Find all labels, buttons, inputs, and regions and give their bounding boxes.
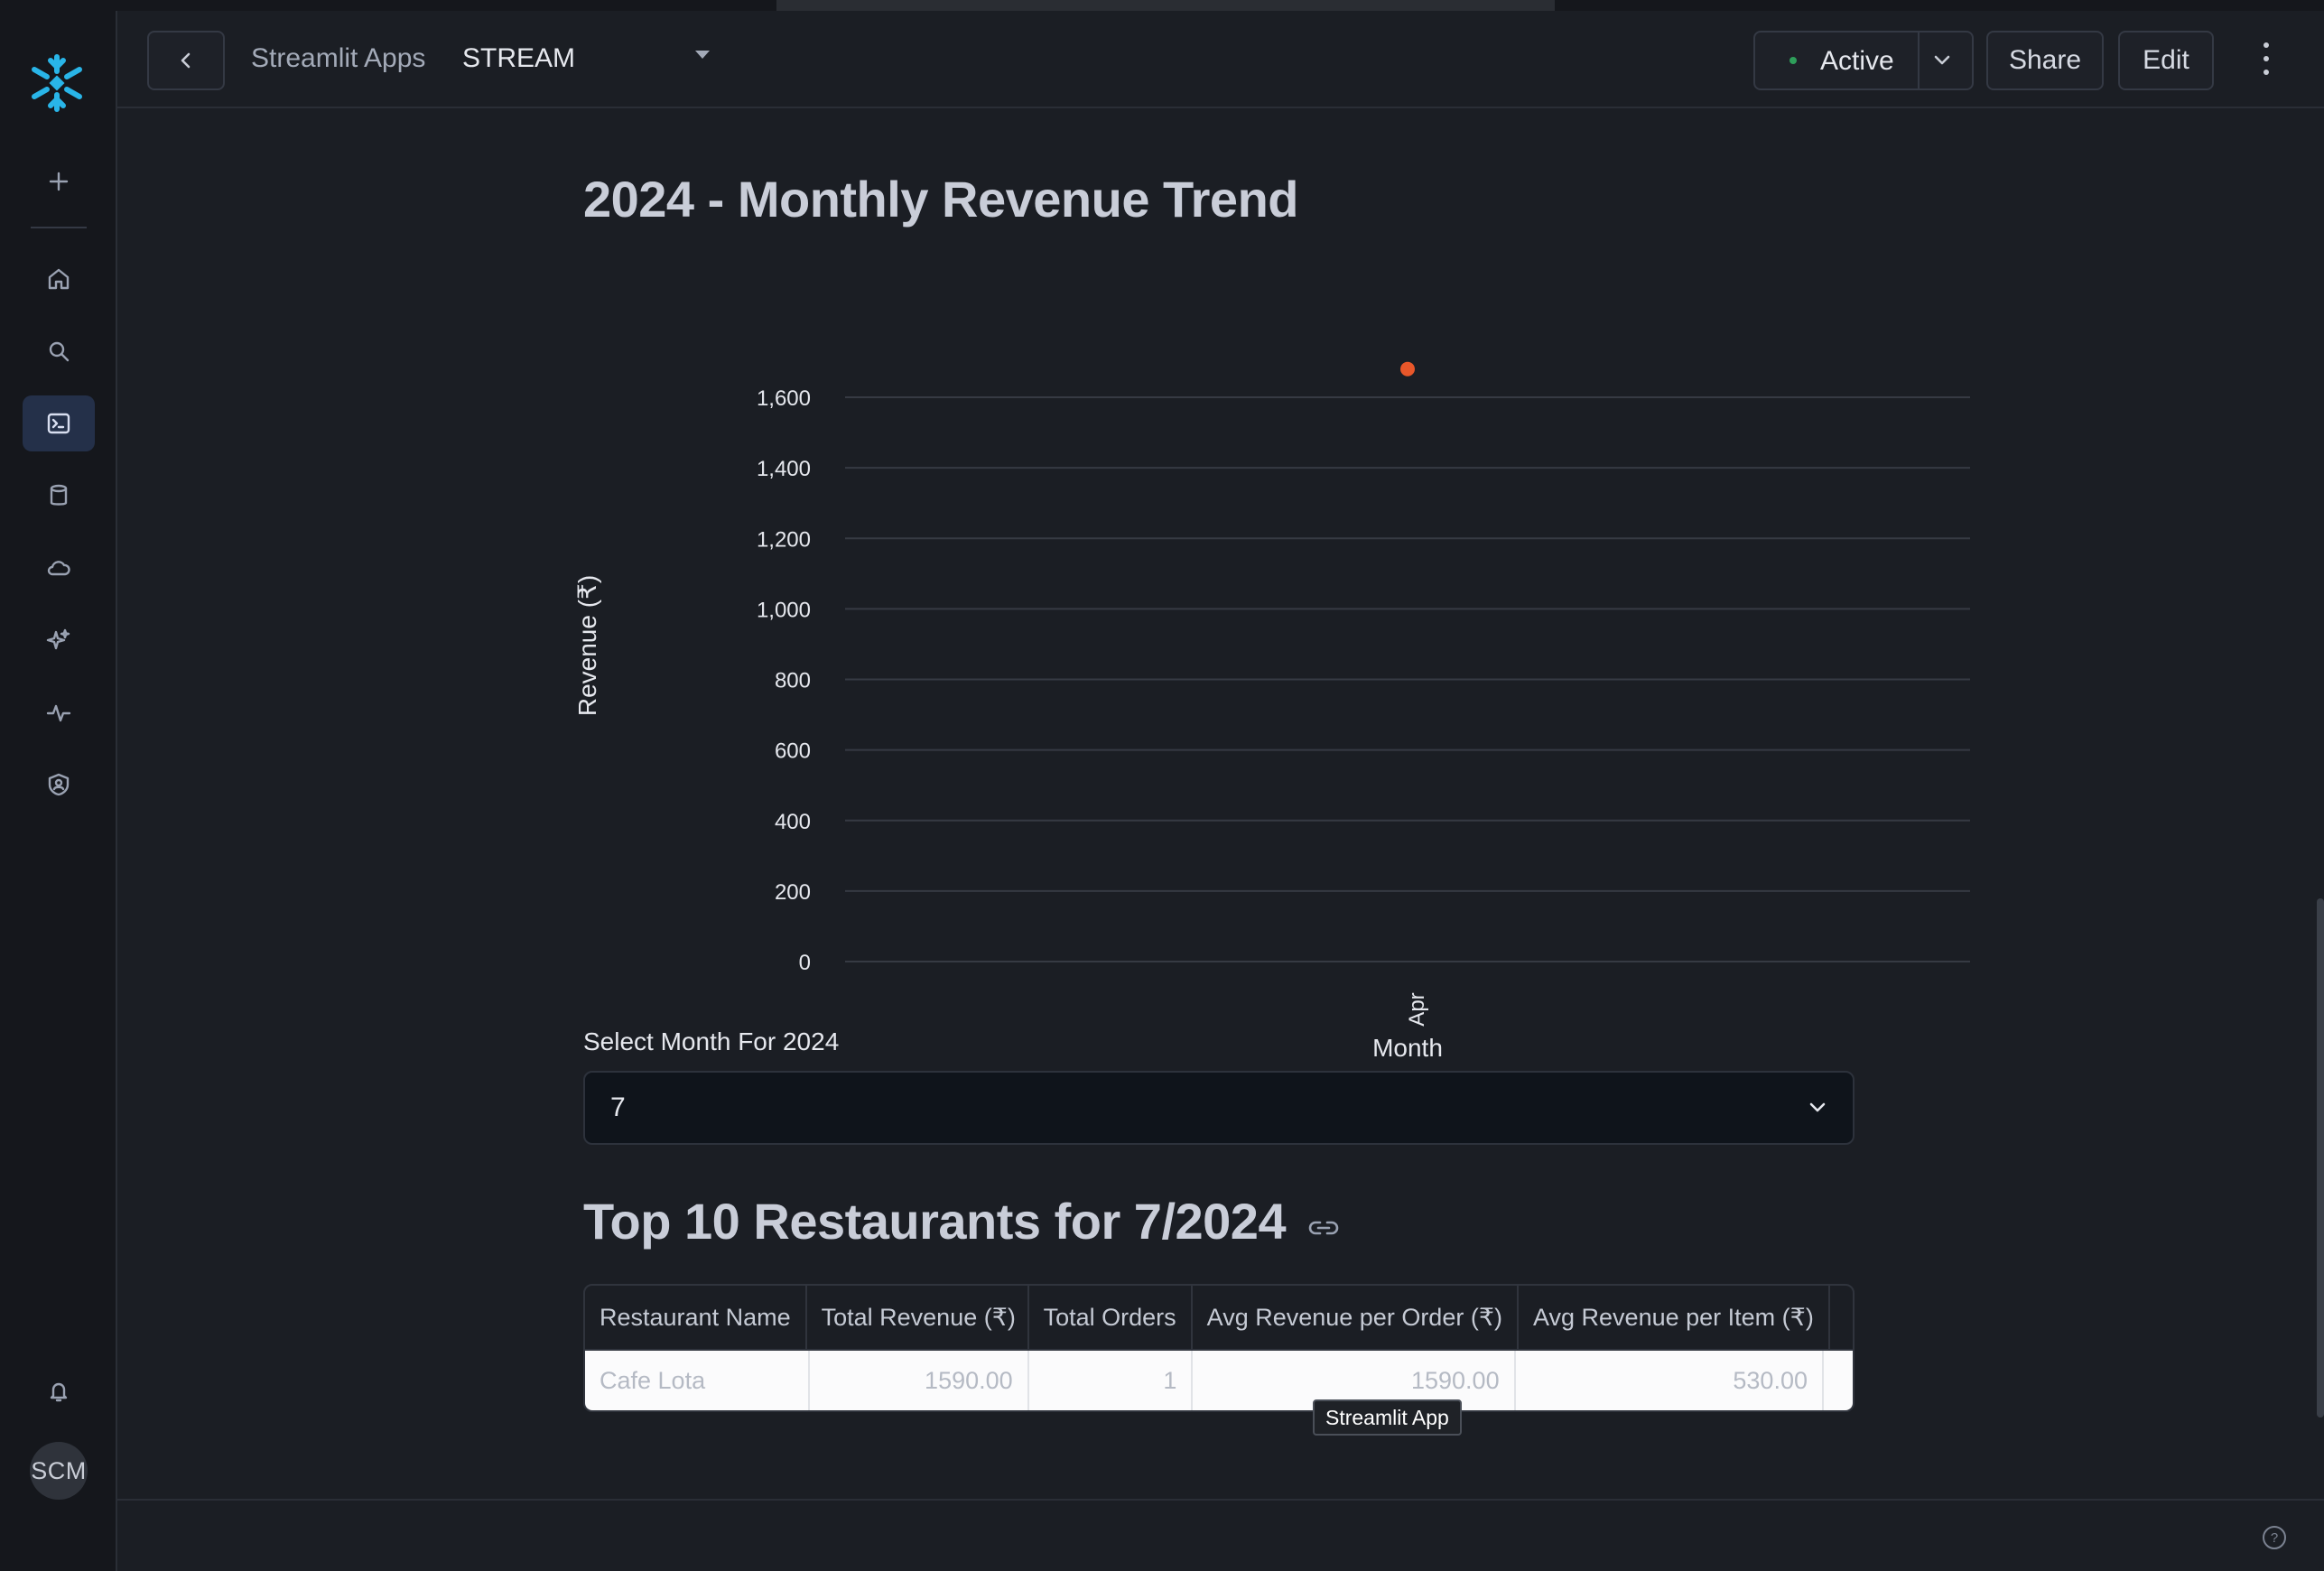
activity-icon [46,704,71,722]
nav-monitoring[interactable] [23,684,95,740]
nav-search[interactable] [23,323,95,379]
search-icon [49,341,70,362]
back-button[interactable] [147,31,225,90]
y-tick-label: 800 [775,669,811,693]
shield-icon [48,773,70,796]
breadcrumb-streamlit-apps[interactable]: Streamlit Apps [251,43,425,74]
column-header[interactable]: Total Revenue (₹) [807,1286,1029,1349]
nav-home[interactable] [23,251,95,307]
cloud-icon [47,561,70,576]
nav-admin[interactable] [23,757,95,813]
chart-title: 2024 - Monthly Revenue Trend [583,171,1298,228]
column-header[interactable]: Avg Revenue per Order (₹) [1193,1286,1519,1349]
y-tick-label: 200 [775,880,811,905]
data-point[interactable] [1400,361,1415,376]
x-axis-label: Month [1372,1034,1443,1062]
active-browser-tab[interactable] [776,0,1555,11]
select-month-label: Select Month For 2024 [583,1027,840,1055]
warehouse-status-control: Active [1753,31,1974,90]
y-tick-label: 600 [775,739,811,764]
month-select-value: 7 [610,1092,626,1122]
y-tick-label: 0 [799,951,811,975]
status-divider [1918,33,1920,88]
help-icon[interactable]: ? [2263,1526,2286,1549]
y-tick-label: 1,600 [757,386,811,411]
page-scrollbar[interactable] [2317,898,2324,1418]
database-icon [50,484,68,506]
notifications-button[interactable] [23,1362,95,1418]
nav-cloud[interactable] [23,540,95,596]
x-tick-label: Apr [1405,992,1429,1026]
app-footer: ? [117,1499,2324,1571]
caret-down-icon[interactable] [695,51,710,59]
table-row[interactable]: Cafe Lota 1590.00 1 1590.00 530.00 [585,1351,1853,1410]
table-cell[interactable]: 530.00 [1516,1351,1824,1410]
left-nav-rail: SCM [0,11,117,1571]
table-header-row: Restaurant Name Total Revenue (₹) Total … [585,1286,1853,1351]
table-cell-spacer [1824,1351,1853,1410]
more-options-icon[interactable] [2257,38,2275,79]
chevron-left-icon [181,52,191,69]
link-icon[interactable] [1306,1217,1342,1239]
share-button[interactable]: Share [1986,31,2104,90]
column-header[interactable]: Total Orders [1029,1286,1193,1349]
app-root: SCM Streamlit Apps STREAM Active Share E… [0,0,2324,1571]
revenue-trend-chart[interactable]: 0 200 400 600 800 1,000 1,200 1,400 1,600 Apr Mont… [569,244,1995,1083]
chevron-down-icon [1809,1102,1826,1112]
column-header[interactable]: Avg Revenue per Item (₹) [1519,1286,1830,1349]
bell-icon [50,1382,68,1402]
rail-divider [31,227,87,228]
y-axis-label: Revenue (₹) [573,575,601,716]
restaurants-table[interactable]: Restaurant Name Total Revenue (₹) Total … [583,1284,1855,1412]
breadcrumb-app-name[interactable]: STREAM [462,43,575,74]
table-cell[interactable]: Cafe Lota [585,1351,810,1410]
y-tick-label: 1,200 [757,527,811,552]
streamlit-app-body: 2024 - Monthly Revenue Trend 0 200 400 600 8… [117,108,2324,1499]
column-header-spacer [1830,1286,1853,1349]
tooltip: Streamlit App [1313,1399,1462,1436]
sparkle-icon [46,628,70,650]
status-dot-icon [1789,57,1797,64]
nav-data[interactable] [23,468,95,524]
month-select[interactable]: 7 [583,1071,1855,1145]
y-tick-label: 400 [775,810,811,834]
user-avatar[interactable]: SCM [30,1442,88,1500]
status-label[interactable]: Active [1820,46,1894,77]
app-header: Streamlit Apps STREAM Active Share Edit [117,11,2324,108]
chart-svg: 0 200 400 600 800 1,000 1,200 1,400 1,600 Apr Mont… [573,361,1970,1062]
table-cell[interactable]: 1 [1029,1351,1194,1410]
chevron-down-icon[interactable] [1927,45,1957,76]
y-tick-label: 1,400 [757,457,811,481]
snowflake-logo-icon[interactable] [25,51,88,115]
table-cell[interactable]: 1590.00 [810,1351,1029,1410]
home-icon [48,268,70,290]
y-tick-label: 1,000 [757,598,811,622]
edit-button[interactable]: Edit [2118,31,2214,90]
nav-projects[interactable] [23,395,95,451]
plus-icon [49,172,69,191]
column-header[interactable]: Restaurant Name [585,1286,807,1349]
create-button[interactable] [23,153,95,209]
terminal-icon [47,413,70,434]
table-title: Top 10 Restaurants for 7/2024 [583,1193,1287,1250]
nav-ai-ml[interactable] [23,612,95,668]
